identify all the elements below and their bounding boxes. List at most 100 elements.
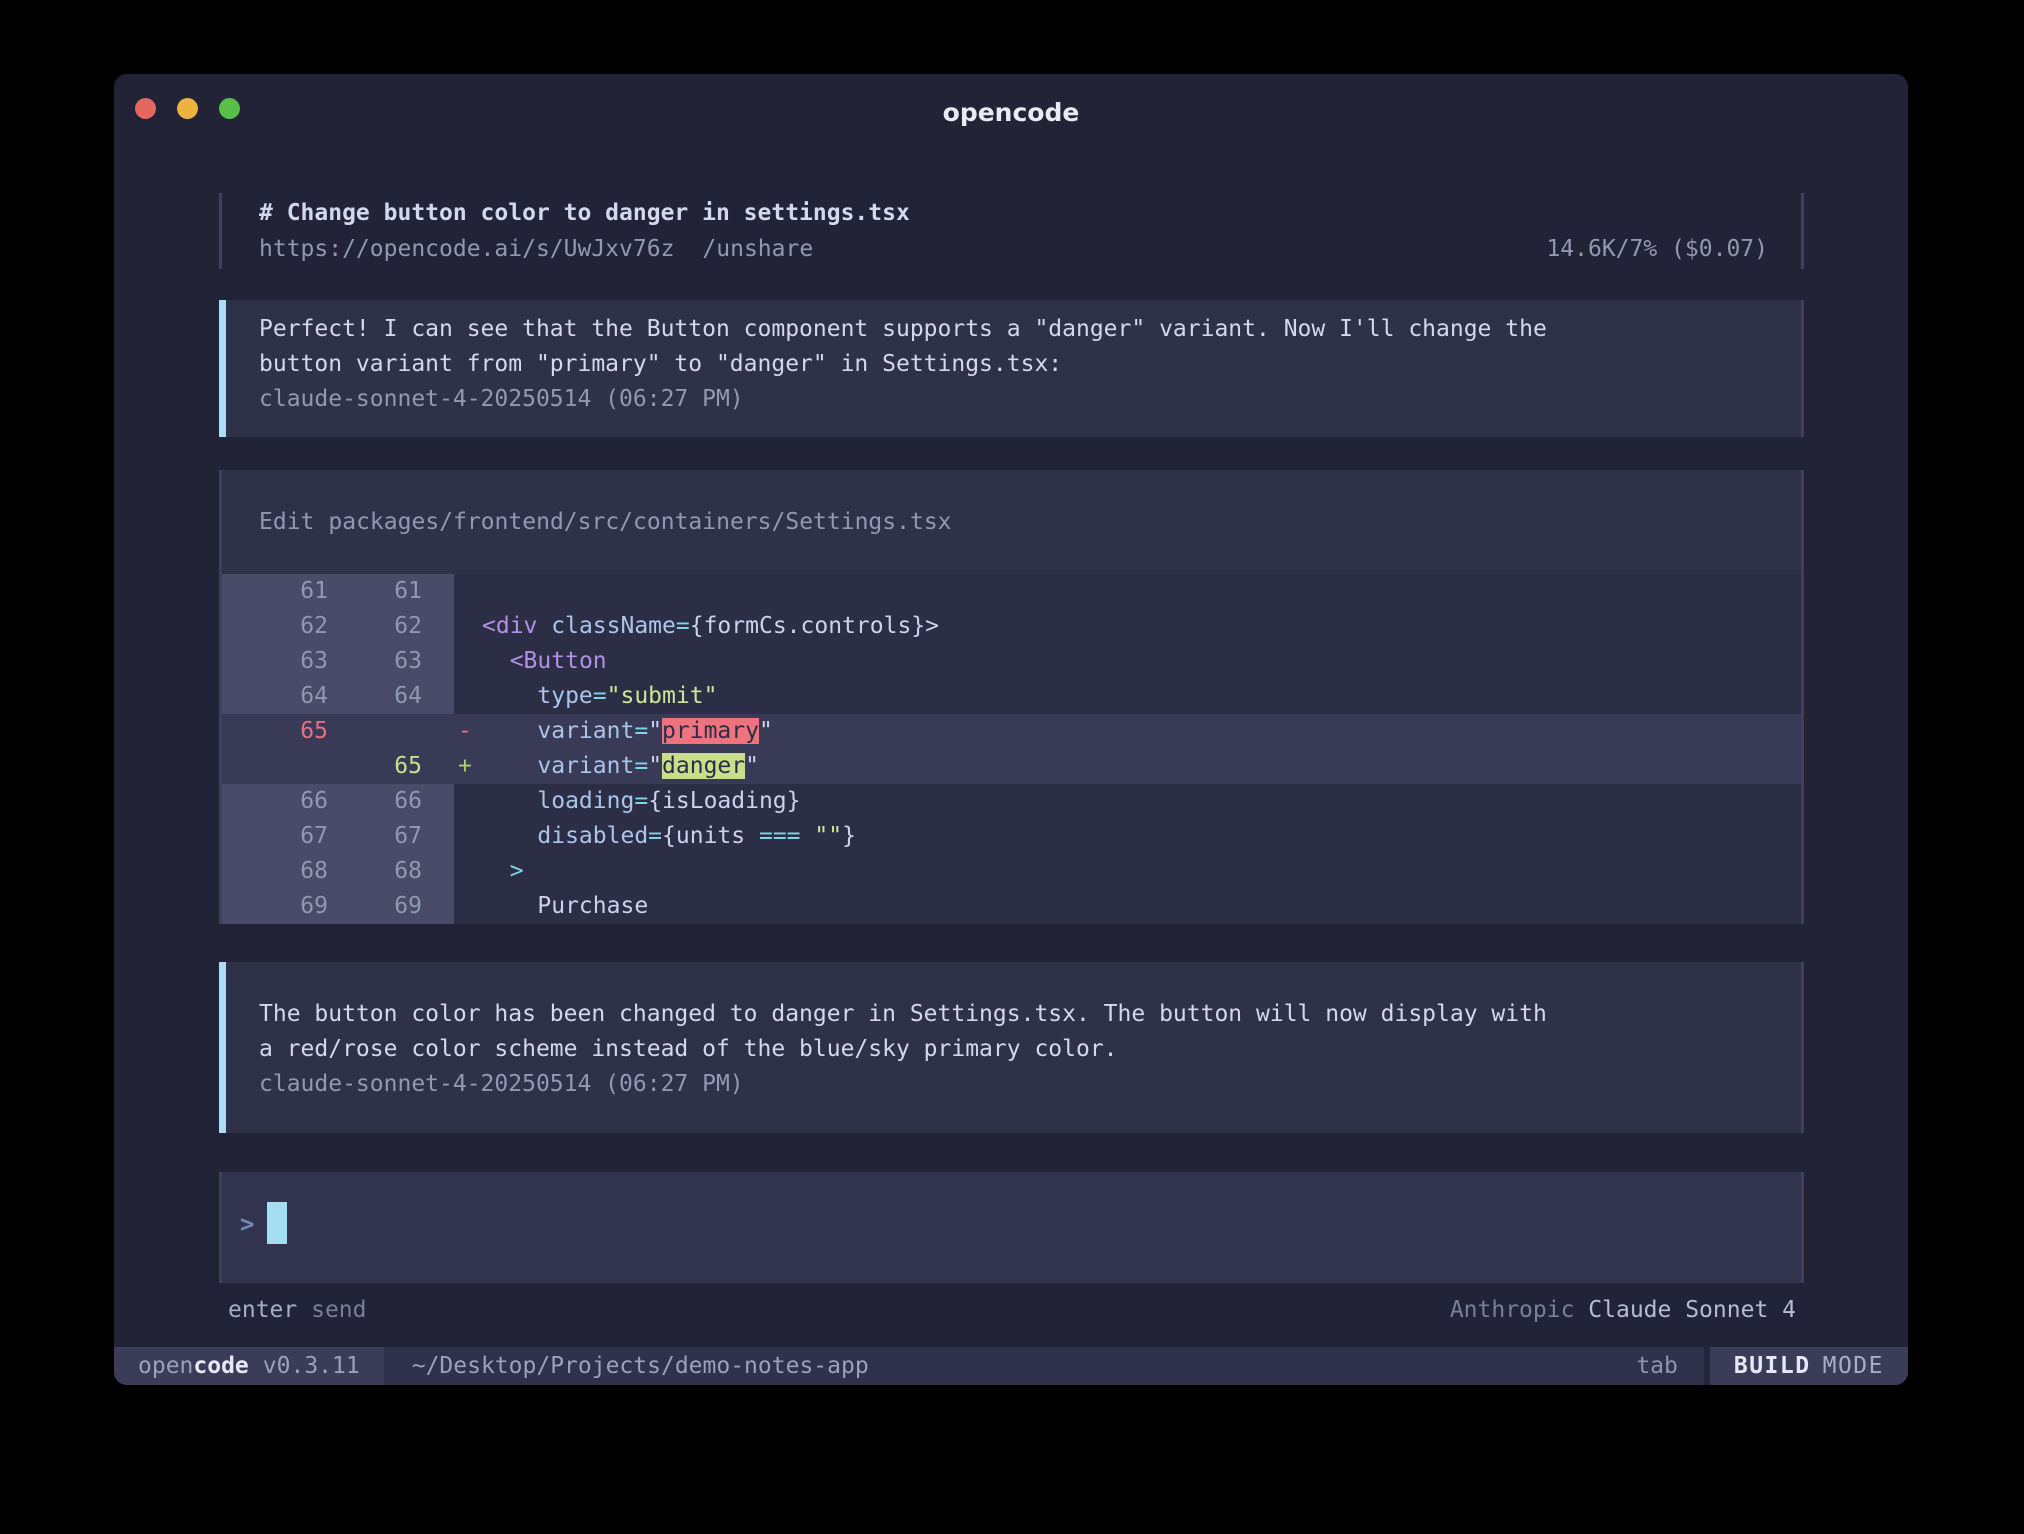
code-line: > — [482, 854, 1801, 889]
code-token: {isLoading} — [648, 788, 800, 814]
code-token: = — [634, 718, 648, 744]
working-directory: ~/Desktop/Projects/demo-notes-app — [384, 1347, 869, 1385]
new-line-number — [332, 714, 454, 749]
build-mode-chip[interactable]: BUILDMODE — [1704, 1347, 1908, 1385]
code-token: } — [842, 823, 856, 849]
status-bar: opencodev0.3.11 ~/Desktop/Projects/demo-… — [114, 1347, 1908, 1385]
new-line-number: 66 — [332, 784, 454, 819]
diff-sign — [454, 819, 482, 854]
new-line-number: 69 — [332, 889, 454, 924]
model-timestamp: claude-sonnet-4-20250514 (06:27 PM) — [259, 382, 1801, 417]
old-line-number: 69 — [222, 889, 332, 924]
code-token: " — [648, 718, 662, 744]
code-token: disabled — [537, 823, 648, 849]
new-line-number: 64 — [332, 679, 454, 714]
code-line — [482, 574, 1801, 609]
code-token — [482, 683, 537, 709]
window-title: opencode — [114, 74, 1908, 150]
diff-row: 6363 <Button — [222, 644, 1801, 679]
edit-tool-header: Edit packages/frontend/src/containers/Se… — [222, 470, 1801, 574]
code-token: "submit" — [607, 683, 718, 709]
old-line-number — [222, 749, 332, 784]
message-lines: The button color has been changed to dan… — [259, 997, 1801, 1067]
code-token: {formCs.controls}> — [690, 613, 939, 639]
session-title: # Change button color to danger in setti… — [259, 195, 1768, 232]
code-line: <div className={formCs.controls}> — [482, 609, 1801, 644]
old-line-number: 68 — [222, 854, 332, 889]
code-token — [482, 718, 537, 744]
code-token — [482, 753, 537, 779]
diff-row: 6262<div className={formCs.controls}> — [222, 609, 1801, 644]
code-line: Purchase — [482, 889, 1801, 924]
code-token: "" — [814, 823, 842, 849]
message-line: button variant from "primary" to "danger… — [259, 347, 1801, 382]
new-line-number: 67 — [332, 819, 454, 854]
code-token: variant — [537, 753, 634, 779]
code-token — [482, 823, 537, 849]
text-cursor — [267, 1202, 287, 1244]
new-line-number: 61 — [332, 574, 454, 609]
code-token: = — [593, 683, 607, 709]
old-line-number: 63 — [222, 644, 332, 679]
old-line-number: 64 — [222, 679, 332, 714]
code-token: variant — [537, 718, 634, 744]
code-token: = — [634, 788, 648, 814]
session-header: # Change button color to danger in setti… — [219, 193, 1804, 269]
new-line-number: 63 — [332, 644, 454, 679]
new-line-number: 68 — [332, 854, 454, 889]
code-token: " — [745, 753, 759, 779]
diff-row: 65+ variant="danger" — [222, 749, 1801, 784]
old-line-number: 65 — [222, 714, 332, 749]
code-token — [482, 788, 537, 814]
code-token: > — [510, 858, 524, 884]
diff-sign — [454, 784, 482, 819]
edited-file-path: packages/frontend/src/containers/Setting… — [328, 509, 951, 535]
code-token: === — [759, 823, 801, 849]
send-key-hint: enter send — [228, 1293, 367, 1328]
opencode-window: opencode # Change button color to danger… — [114, 74, 1908, 1385]
message-line: Perfect! I can see that the Button compo… — [259, 312, 1801, 347]
code-token: danger — [662, 753, 745, 779]
code-line: type="submit" — [482, 679, 1801, 714]
message-line: a red/rose color scheme instead of the b… — [259, 1032, 1801, 1067]
code-token: <Button — [510, 648, 607, 674]
diff-row: 6666 loading={isLoading} — [222, 784, 1801, 819]
code-token: " — [648, 753, 662, 779]
code-token — [482, 858, 510, 884]
titlebar[interactable]: opencode — [114, 74, 1908, 150]
old-line-number: 67 — [222, 819, 332, 854]
code-line: <Button — [482, 644, 1801, 679]
code-token: = — [634, 753, 648, 779]
diff-sign: - — [454, 714, 482, 749]
code-token: primary — [662, 718, 759, 744]
diff-sign — [454, 679, 482, 714]
code-token: " — [759, 718, 773, 744]
code-line: disabled={units === ""} — [482, 819, 1801, 854]
tab-key-hint: tab — [1636, 1347, 1678, 1385]
code-token — [537, 613, 551, 639]
old-line-number: 62 — [222, 609, 332, 644]
diff-sign — [454, 609, 482, 644]
share-url[interactable]: https://opencode.ai/s/UwJxv76z — [259, 232, 674, 266]
unshare-command[interactable]: /unshare — [702, 232, 813, 266]
edit-tool-card: Edit packages/frontend/src/containers/Se… — [219, 470, 1804, 924]
code-token: <div — [482, 613, 537, 639]
prompt-symbol: > — [240, 1210, 254, 1238]
diff-view: 61616262<div className={formCs.controls}… — [222, 574, 1801, 924]
context-usage-stats: 14.6K/7% ($0.07) — [1546, 232, 1768, 266]
diff-sign: + — [454, 749, 482, 784]
code-token — [801, 823, 815, 849]
old-line-number: 61 — [222, 574, 332, 609]
diff-sign — [454, 574, 482, 609]
prompt-input[interactable]: > — [219, 1172, 1804, 1283]
hints-row: enter send Anthropic Claude Sonnet 4 — [228, 1293, 1796, 1328]
code-token: = — [648, 823, 662, 849]
code-token: Purchase — [482, 893, 648, 919]
new-line-number: 65 — [332, 749, 454, 784]
code-line: variant="primary" — [482, 714, 1801, 749]
diff-row: 6868 > — [222, 854, 1801, 889]
diff-row: 6464 type="submit" — [222, 679, 1801, 714]
app-version-chip: opencodev0.3.11 — [114, 1347, 384, 1385]
assistant-message-2: The button color has been changed to dan… — [219, 962, 1804, 1133]
diff-sign — [454, 644, 482, 679]
